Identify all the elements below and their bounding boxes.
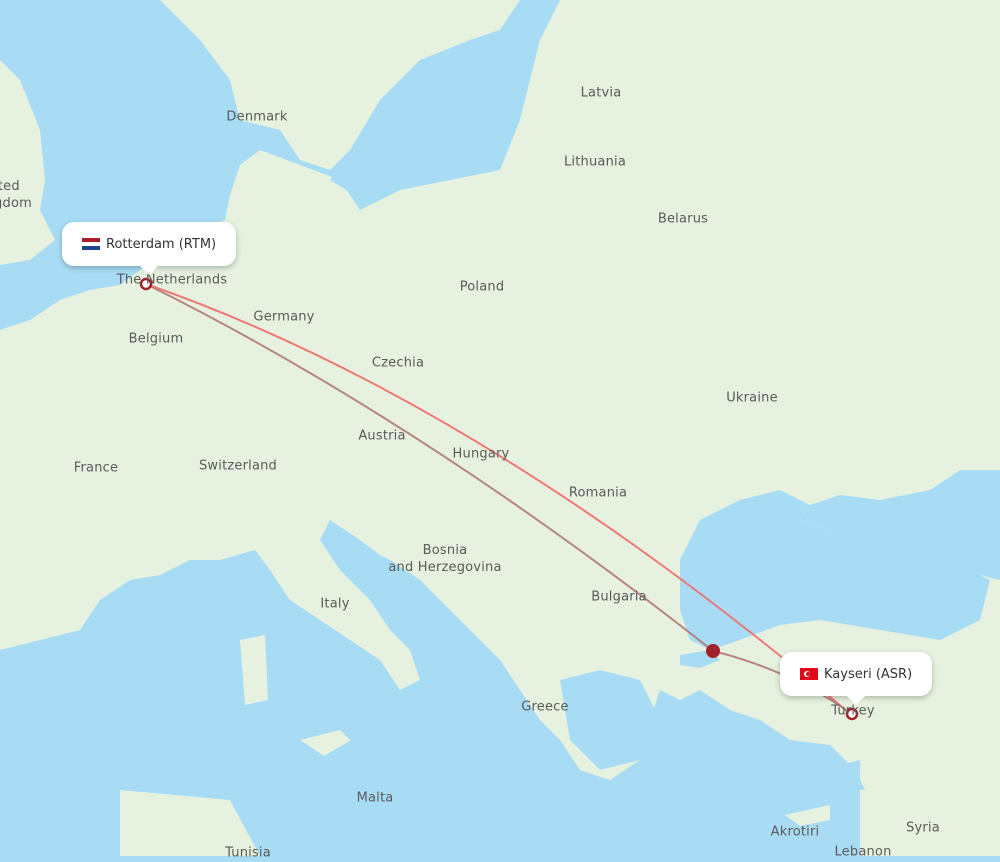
label-akrotiri: Akrotiri <box>770 824 820 840</box>
label-greece: Greece <box>521 699 569 715</box>
label-syria: Syria <box>906 820 940 836</box>
label-united-kingdom: ited gdom <box>0 179 32 211</box>
label-lebanon: Lebanon <box>834 844 892 860</box>
label-turkey: Turkey <box>831 703 875 719</box>
destination-popup[interactable]: Kayseri (ASR) <box>780 652 933 705</box>
label-poland: Poland <box>459 279 505 295</box>
label-bosnia: Bosnia and Herzegovina <box>388 543 502 575</box>
label-france: France <box>73 460 119 476</box>
stopover-marker[interactable] <box>706 644 720 658</box>
label-czechia: Czechia <box>371 355 425 371</box>
label-malta: Malta <box>356 790 394 806</box>
label-austria: Austria <box>358 428 406 444</box>
label-the-netherlands: The Netherlands <box>116 272 228 288</box>
label-italy: Italy <box>320 596 350 612</box>
label-belgium: Belgium <box>128 331 184 347</box>
label-switzerland: Switzerland <box>198 458 278 474</box>
label-tunisia: Tunisia <box>225 845 271 861</box>
label-romania: Romania <box>568 485 628 501</box>
label-belarus: Belarus <box>657 211 709 227</box>
origin-label: Rotterdam (RTM) <box>106 236 217 252</box>
label-ukraine: Ukraine <box>726 390 778 406</box>
label-germany: Germany <box>253 309 315 325</box>
label-latvia: Latvia <box>580 85 622 101</box>
origin-popup[interactable]: Rotterdam (RTM) <box>62 222 237 275</box>
map[interactable] <box>0 0 1000 856</box>
label-lithuania: Lithuania <box>563 154 627 170</box>
label-denmark: Denmark <box>226 109 288 125</box>
label-hungary: Hungary <box>452 446 510 462</box>
destination-label: Kayseri (ASR) <box>824 666 913 682</box>
netherlands-flag-icon <box>82 238 100 250</box>
turkey-flag-icon <box>800 668 818 680</box>
sardinia <box>240 635 268 705</box>
label-bulgaria: Bulgaria <box>591 589 647 605</box>
